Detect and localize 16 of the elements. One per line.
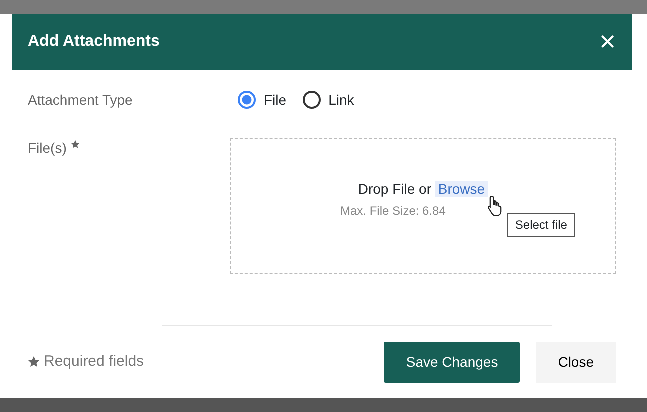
field-label: Attachment Type bbox=[28, 90, 134, 110]
drop-text: Drop File or bbox=[358, 181, 432, 197]
field-label: File(s) bbox=[28, 140, 67, 156]
required-note: Required fields bbox=[44, 352, 144, 372]
radio-button[interactable] bbox=[302, 91, 321, 109]
radio-label[interactable]: Link bbox=[328, 90, 354, 110]
radio-button[interactable] bbox=[238, 91, 256, 109]
star-icon bbox=[28, 356, 40, 368]
max-size-text: Max. File Size: 6.84 bbox=[340, 204, 446, 218]
radio-label[interactable]: File bbox=[264, 90, 287, 110]
drop-zone[interactable]: Drop File or Browse Max. File Size: 6.84 Select file bbox=[230, 138, 616, 274]
browse-link[interactable]: Browse bbox=[435, 181, 488, 197]
tooltip: Select file bbox=[507, 213, 576, 237]
dialog-title: Add Attachments bbox=[28, 32, 160, 52]
save-button[interactable]: Save Changes bbox=[384, 342, 520, 382]
close-button[interactable]: Close bbox=[536, 342, 616, 382]
